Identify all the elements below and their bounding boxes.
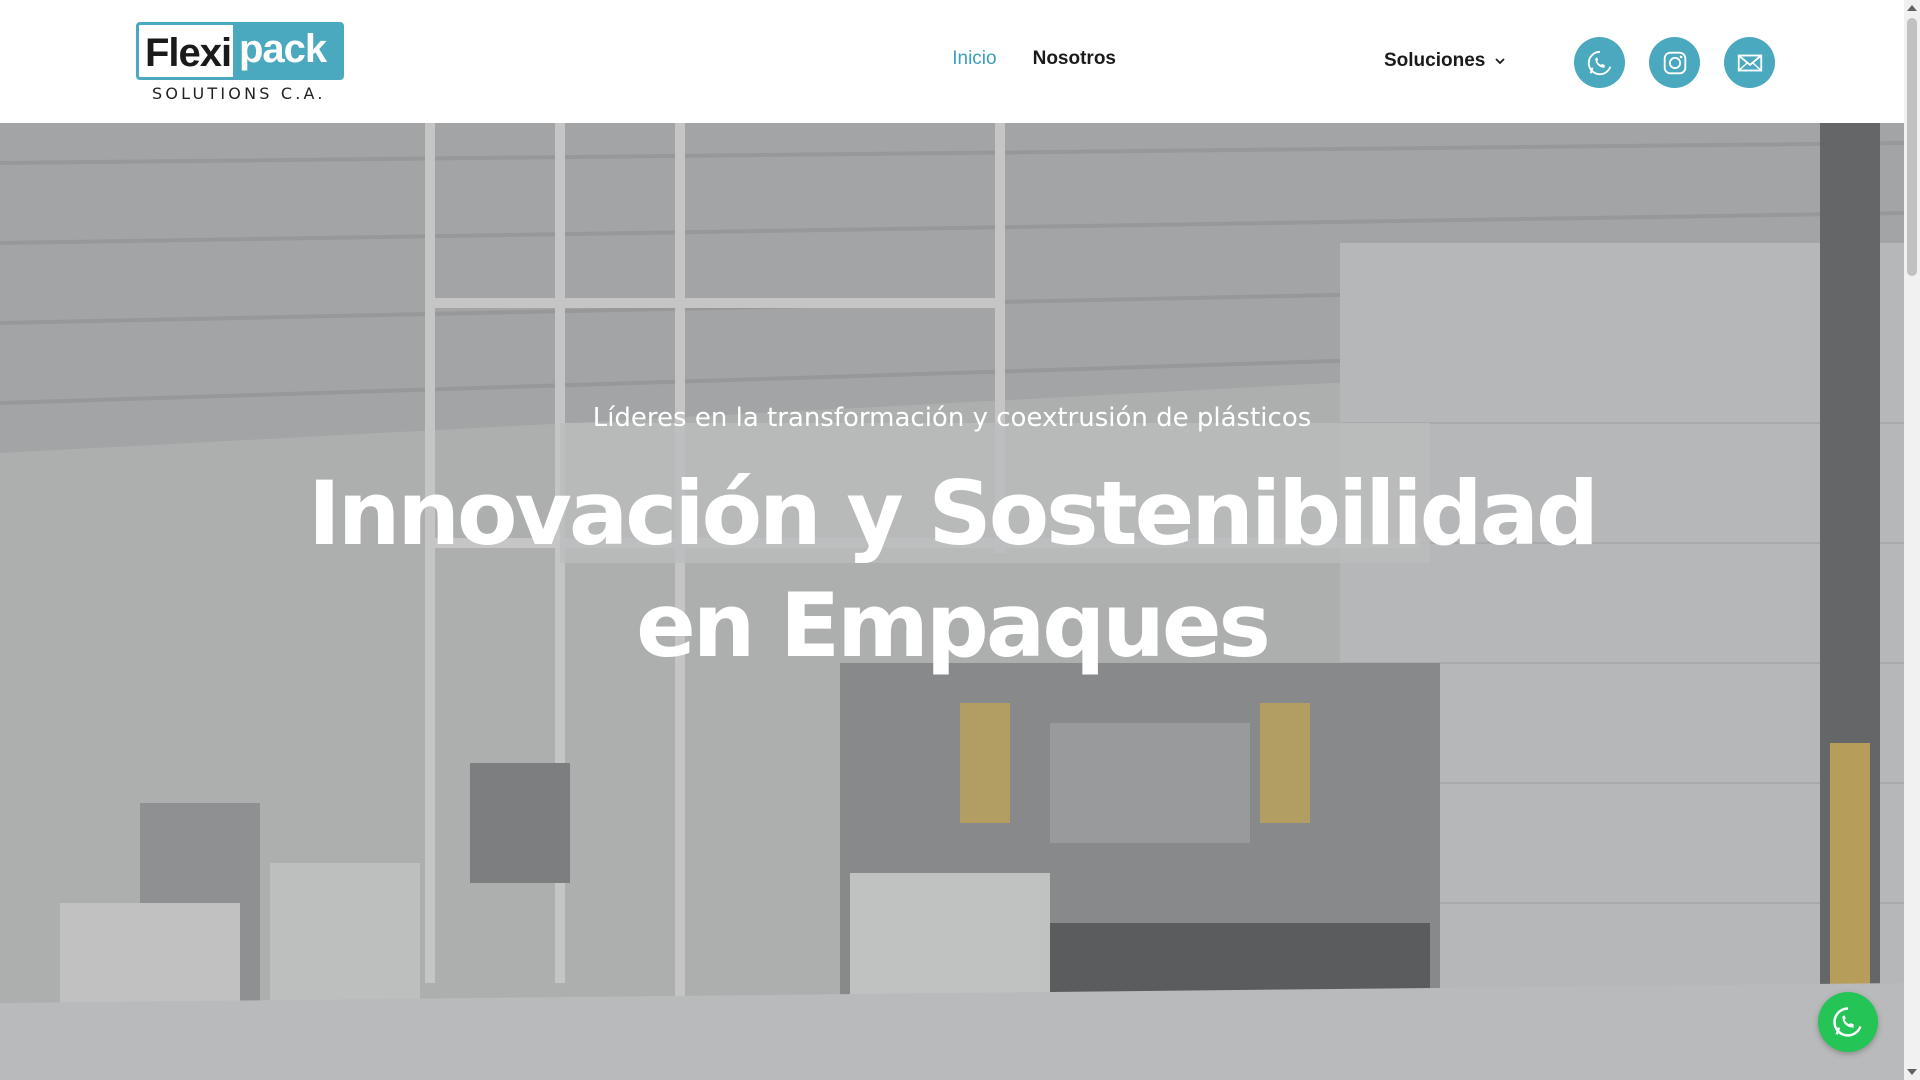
hero-section: Líderes en la transformación y coextrusi… <box>0 123 1904 1080</box>
mail-icon <box>1737 54 1762 71</box>
email-button[interactable] <box>1724 37 1775 88</box>
nav-item-inicio[interactable]: Inicio <box>952 48 996 70</box>
whatsapp-icon <box>1833 1007 1862 1037</box>
scroll-down-arrow-icon[interactable] <box>1907 1069 1917 1075</box>
logo-subtitle: SOLUTIONS C.A. <box>152 84 326 103</box>
site-header: Flexi pack SOLUTIONS C.A. Inicio Nosotro… <box>0 0 1904 123</box>
whatsapp-button[interactable] <box>1574 37 1625 88</box>
hero-title: Innovación y Sostenibilidad en Empaques <box>308 462 1599 677</box>
page-scrollbar[interactable] <box>1904 0 1920 1080</box>
whatsapp-icon <box>1587 50 1611 75</box>
nav-item-soluciones[interactable]: Soluciones <box>1384 50 1507 72</box>
floating-whatsapp-button[interactable] <box>1818 992 1878 1052</box>
logo-box: Flexi pack <box>136 22 344 80</box>
logo-text-pack: pack <box>233 25 341 77</box>
nav-item-soluciones-label: Soluciones <box>1384 50 1486 71</box>
nav-item-nosotros[interactable]: Nosotros <box>1033 48 1116 70</box>
instagram-icon <box>1663 51 1686 74</box>
hero-subtitle: Líderes en la transformación y coextrusi… <box>592 403 1312 433</box>
chevron-down-icon <box>1495 58 1505 65</box>
flexipack-logo[interactable]: Flexi pack SOLUTIONS C.A. <box>136 22 344 106</box>
logo-text-flexi: Flexi <box>145 31 232 75</box>
scroll-up-arrow-icon[interactable] <box>1907 5 1917 11</box>
scrollbar-thumb[interactable] <box>1907 18 1917 276</box>
main-nav: Inicio Nosotros <box>916 48 1116 70</box>
instagram-button[interactable] <box>1649 37 1700 88</box>
